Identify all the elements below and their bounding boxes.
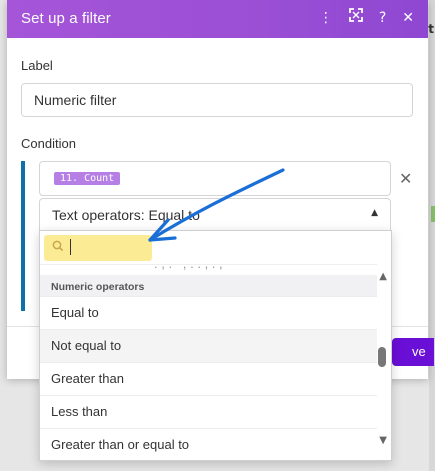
group-header: Numeric operators [40, 275, 377, 296]
kebab-vertical-icon[interactable]: ⋮ [319, 8, 333, 28]
operator-value: Text operators: Equal to [52, 207, 200, 223]
operand-pill[interactable]: 11. Count [54, 172, 121, 185]
background-text: t [428, 22, 434, 36]
header-actions: ⋮ ? ✕ [319, 8, 414, 28]
clipped-option: . , . , . . , . , [40, 264, 377, 275]
background-indicator [431, 206, 435, 222]
scroll-down-icon[interactable]: ▼ [379, 435, 387, 446]
close-icon[interactable]: ✕ [402, 8, 414, 28]
dialog-header: Set up a filter ⋮ ? ✕ [7, 0, 428, 38]
label-input[interactable]: Numeric filter [21, 83, 413, 117]
save-button[interactable]: ve [392, 338, 434, 366]
dropdown-list: . , . , . . , . , Numeric operators Equa… [40, 264, 377, 460]
dropdown-search[interactable] [40, 231, 391, 264]
option-item[interactable]: Not equal to [40, 329, 377, 362]
option-item[interactable]: Greater than or equal to [40, 428, 377, 460]
dialog-title: Set up a filter [21, 10, 111, 27]
help-icon[interactable]: ? [379, 8, 386, 28]
scroll-up-icon[interactable]: ▲ [379, 271, 387, 282]
text-cursor [70, 239, 71, 255]
save-button-label: ve [412, 344, 426, 359]
operator-dropdown: . , . , . . , . , Numeric operators Equa… [39, 230, 392, 461]
operand-field[interactable]: 11. Count [39, 161, 391, 196]
option-item[interactable]: Greater than [40, 362, 377, 395]
operator-select[interactable]: Text operators: Equal to ▲ [39, 198, 391, 231]
condition-label: Condition [21, 136, 76, 151]
caret-up-icon: ▲ [371, 208, 378, 218]
option-item[interactable]: Equal to [40, 296, 377, 329]
remove-condition-icon[interactable]: ✕ [399, 169, 412, 188]
condition-accent-bar [21, 161, 25, 311]
label-field-label: Label [21, 58, 53, 73]
option-item[interactable]: Less than [40, 395, 377, 428]
scrollbar-thumb[interactable] [378, 347, 386, 367]
background-panel-edge [429, 0, 435, 471]
expand-icon[interactable] [348, 8, 363, 28]
search-icon [52, 240, 64, 255]
